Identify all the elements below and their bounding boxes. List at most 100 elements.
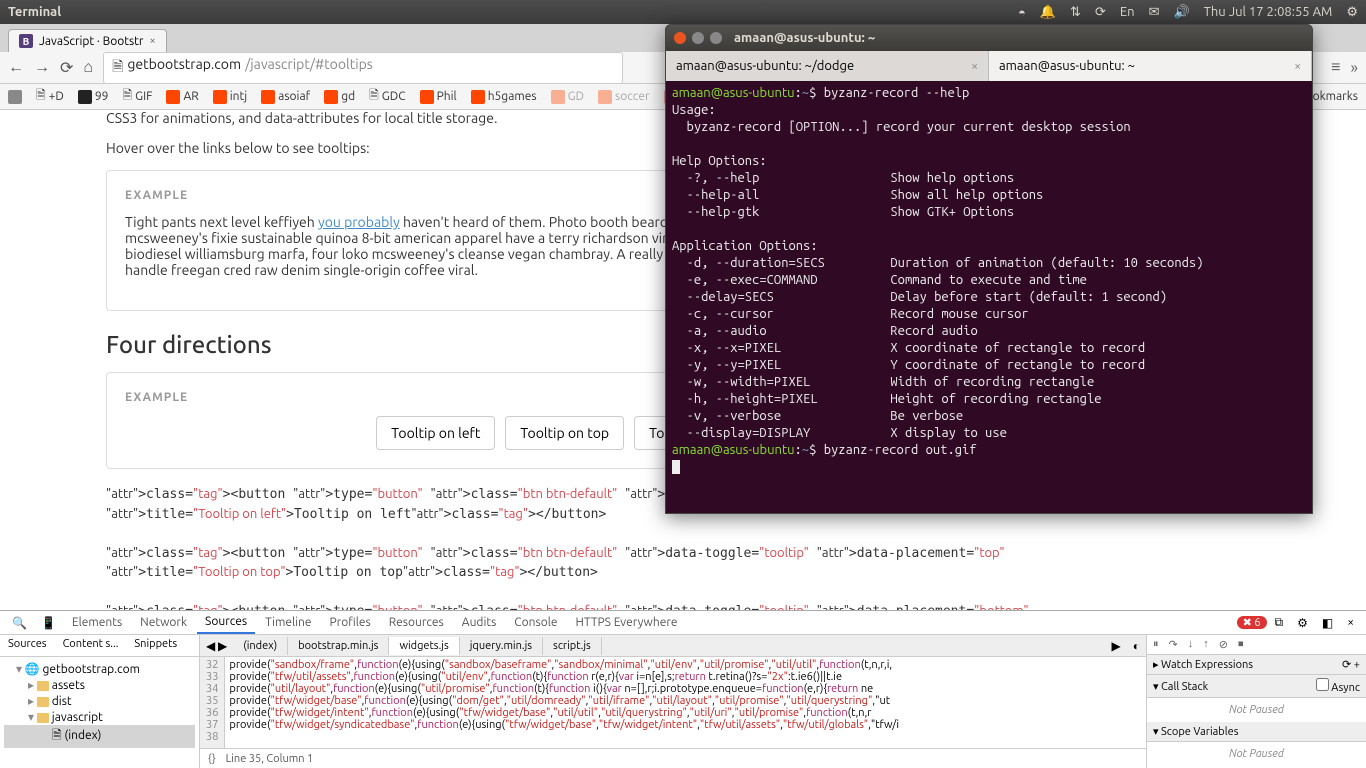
reload-button[interactable]: ⟳ [60,58,73,77]
file-tab[interactable]: widgets.js [389,637,459,655]
file-tab[interactable]: script.js [543,637,602,655]
pretty-print-icon[interactable]: {} [208,753,216,765]
debugger-sidebar: ⏸ ↷ ↓ ↑ ⊘ ⏹ ▸ Watch Expressions⟳ + ▾ Cal… [1146,635,1366,768]
tab-audits[interactable]: Audits [454,612,505,633]
bookmark-item[interactable]: soccer [598,90,650,104]
content-scripts-subtab[interactable]: Content s... [55,635,127,656]
sources-subtab[interactable]: Sources [0,635,55,656]
system-tray: ◓ 🔔 ⇅ ⟳ En ✉ 🔊 Thu Jul 17 2:08:55 AM ⚙ [1018,5,1358,20]
tab-resources[interactable]: Resources [381,612,452,633]
file-tab[interactable]: (index) [233,637,288,655]
step-out-icon[interactable]: ↑ [1203,638,1209,651]
window-close-icon[interactable] [674,32,686,44]
terminal-titlebar[interactable]: amaan@asus-ubuntu: ~ [666,25,1312,51]
home-button[interactable]: ⌂ [83,58,93,77]
toggle-icon[interactable]: ◐ [1127,639,1146,653]
tab-title: JavaScript · Bootstr [39,35,143,48]
bookmark-item[interactable]: intj [213,90,247,104]
notification-icon[interactable]: 🔔 [1040,5,1056,20]
file-tree[interactable]: 🌐 getbootstrap.com assets dist javascrip… [0,657,199,752]
snippets-subtab[interactable]: Snippets [126,635,185,656]
url-path: /javascript/#tooltips [245,56,373,80]
bookmark-item[interactable] [8,90,22,104]
device-icon[interactable]: 📱 [35,616,62,630]
deactivate-icon[interactable]: ⊘ [1219,638,1228,651]
tab-console[interactable]: Console [506,612,565,633]
network-icon[interactable]: ⇅ [1070,5,1081,20]
mail-icon[interactable]: ✉ [1149,5,1160,20]
tab-timeline[interactable]: Timeline [257,612,319,633]
bookmark-item[interactable]: 🗎 GIF [122,86,152,107]
close-icon[interactable]: × [1294,60,1301,73]
gear-icon[interactable]: ⚙ [1346,5,1358,20]
clock[interactable]: Thu Jul 17 2:08:55 AM [1204,5,1333,19]
tab-network[interactable]: Network [132,612,195,633]
inspect-icon[interactable]: 🔍 [6,616,33,630]
active-app-title: Terminal [8,5,61,19]
editor-status: {} Line 35, Column 1 [200,748,1146,768]
tooltip-link[interactable]: you probably [318,214,400,230]
back-button[interactable]: ← [8,58,24,77]
overflow-icon[interactable]: » [1350,59,1358,77]
bookmark-item[interactable]: GD [551,90,584,104]
browser-tab[interactable]: B JavaScript · Bootstr × [8,29,167,52]
terminal-window: amaan@asus-ubuntu: ~ amaan@asus-ubuntu: … [665,24,1313,514]
terminal-tab[interactable]: amaan@asus-ubuntu: ~× [989,51,1312,81]
history-icon[interactable]: ◀ ▶ [200,639,233,653]
source-editor[interactable]: 32 33 34 35 36 37 38 provide("sandbox/fr… [200,657,1146,748]
volume-icon[interactable]: 🔊 [1173,5,1189,20]
tree-domain[interactable]: 🌐 getbootstrap.com [4,661,195,677]
bookmark-item[interactable]: gd [324,90,355,104]
tree-folder[interactable]: dist [4,693,195,709]
system-menubar: Terminal ◓ 🔔 ⇅ ⟳ En ✉ 🔊 Thu Jul 17 2:08:… [0,0,1366,24]
tab-elements[interactable]: Elements [64,612,130,633]
bookmark-item[interactable]: Phil [420,90,457,104]
favicon: B [19,34,33,48]
bookmark-item[interactable]: AR [166,90,198,104]
tab-profiles[interactable]: Profiles [321,612,378,633]
drawer-icon[interactable]: ⧉ [1269,616,1290,630]
tooltip-top-button[interactable]: Tooltip on top [505,416,624,450]
tab-https[interactable]: HTTPS Everywhere [568,612,686,633]
close-devtools-icon[interactable]: × [1341,616,1360,629]
file-tab[interactable]: jquery.min.js [460,637,543,655]
bookmark-item[interactable]: 🗎 GDC [369,86,405,107]
not-paused-label: Not Paused [1147,742,1366,766]
pause-exceptions-icon[interactable]: ⏹ [1238,638,1244,651]
bookmark-item[interactable]: h5games [471,90,537,104]
pause-icon[interactable]: ⏸ [1153,638,1159,651]
tree-folder[interactable]: javascript [4,709,195,725]
file-tab[interactable]: bootstrap.min.js [288,637,389,655]
window-minimize-icon[interactable] [692,32,704,44]
sync-icon[interactable]: ⟳ [1095,5,1106,20]
close-icon[interactable]: × [971,60,978,73]
menu-icon[interactable]: ≡ [1331,58,1340,77]
terminal-tabs: amaan@asus-ubuntu: ~/dodge× amaan@asus-u… [666,51,1312,81]
run-icon[interactable]: ▶ [1106,639,1127,653]
callstack-section[interactable]: ▾ Call Stack Async [1147,675,1366,698]
scope-section[interactable]: ▾ Scope Variables [1147,722,1366,742]
async-checkbox[interactable] [1316,678,1329,691]
bookmark-item[interactable]: 🗎 +D [36,86,64,107]
close-tab-icon[interactable]: × [149,35,155,47]
bookmark-item[interactable]: asoiaf [261,90,310,104]
terminal-tab[interactable]: amaan@asus-ubuntu: ~/dodge× [666,51,989,81]
forward-button[interactable]: → [34,58,50,77]
watch-section[interactable]: ▸ Watch Expressions⟳ + [1147,655,1366,675]
keyboard-indicator[interactable]: En [1120,5,1135,19]
step-over-icon[interactable]: ↷ [1169,638,1178,651]
tab-sources[interactable]: Sources [197,611,255,634]
error-badge[interactable]: ✖ 6 [1237,616,1267,629]
dock-icon[interactable]: ◧ [1316,616,1339,630]
bookmark-item[interactable]: 99 [78,90,109,104]
tooltip-left-button[interactable]: Tooltip on left [376,416,495,450]
terminal-body[interactable]: amaan@asus-ubuntu:~$ byzanz-record --hel… [666,81,1312,513]
address-bar[interactable]: 🗎 getbootstrap.com/javascript/#tooltips [103,52,623,84]
window-maximize-icon[interactable] [710,32,722,44]
settings-icon[interactable]: ⚙ [1291,616,1314,630]
tree-file[interactable]: 🗎 (index) [4,725,195,748]
page-icon: 🗎 [112,56,123,80]
steam-icon[interactable]: ◓ [1018,5,1026,20]
tree-folder[interactable]: assets [4,677,195,693]
step-into-icon[interactable]: ↓ [1188,638,1194,651]
